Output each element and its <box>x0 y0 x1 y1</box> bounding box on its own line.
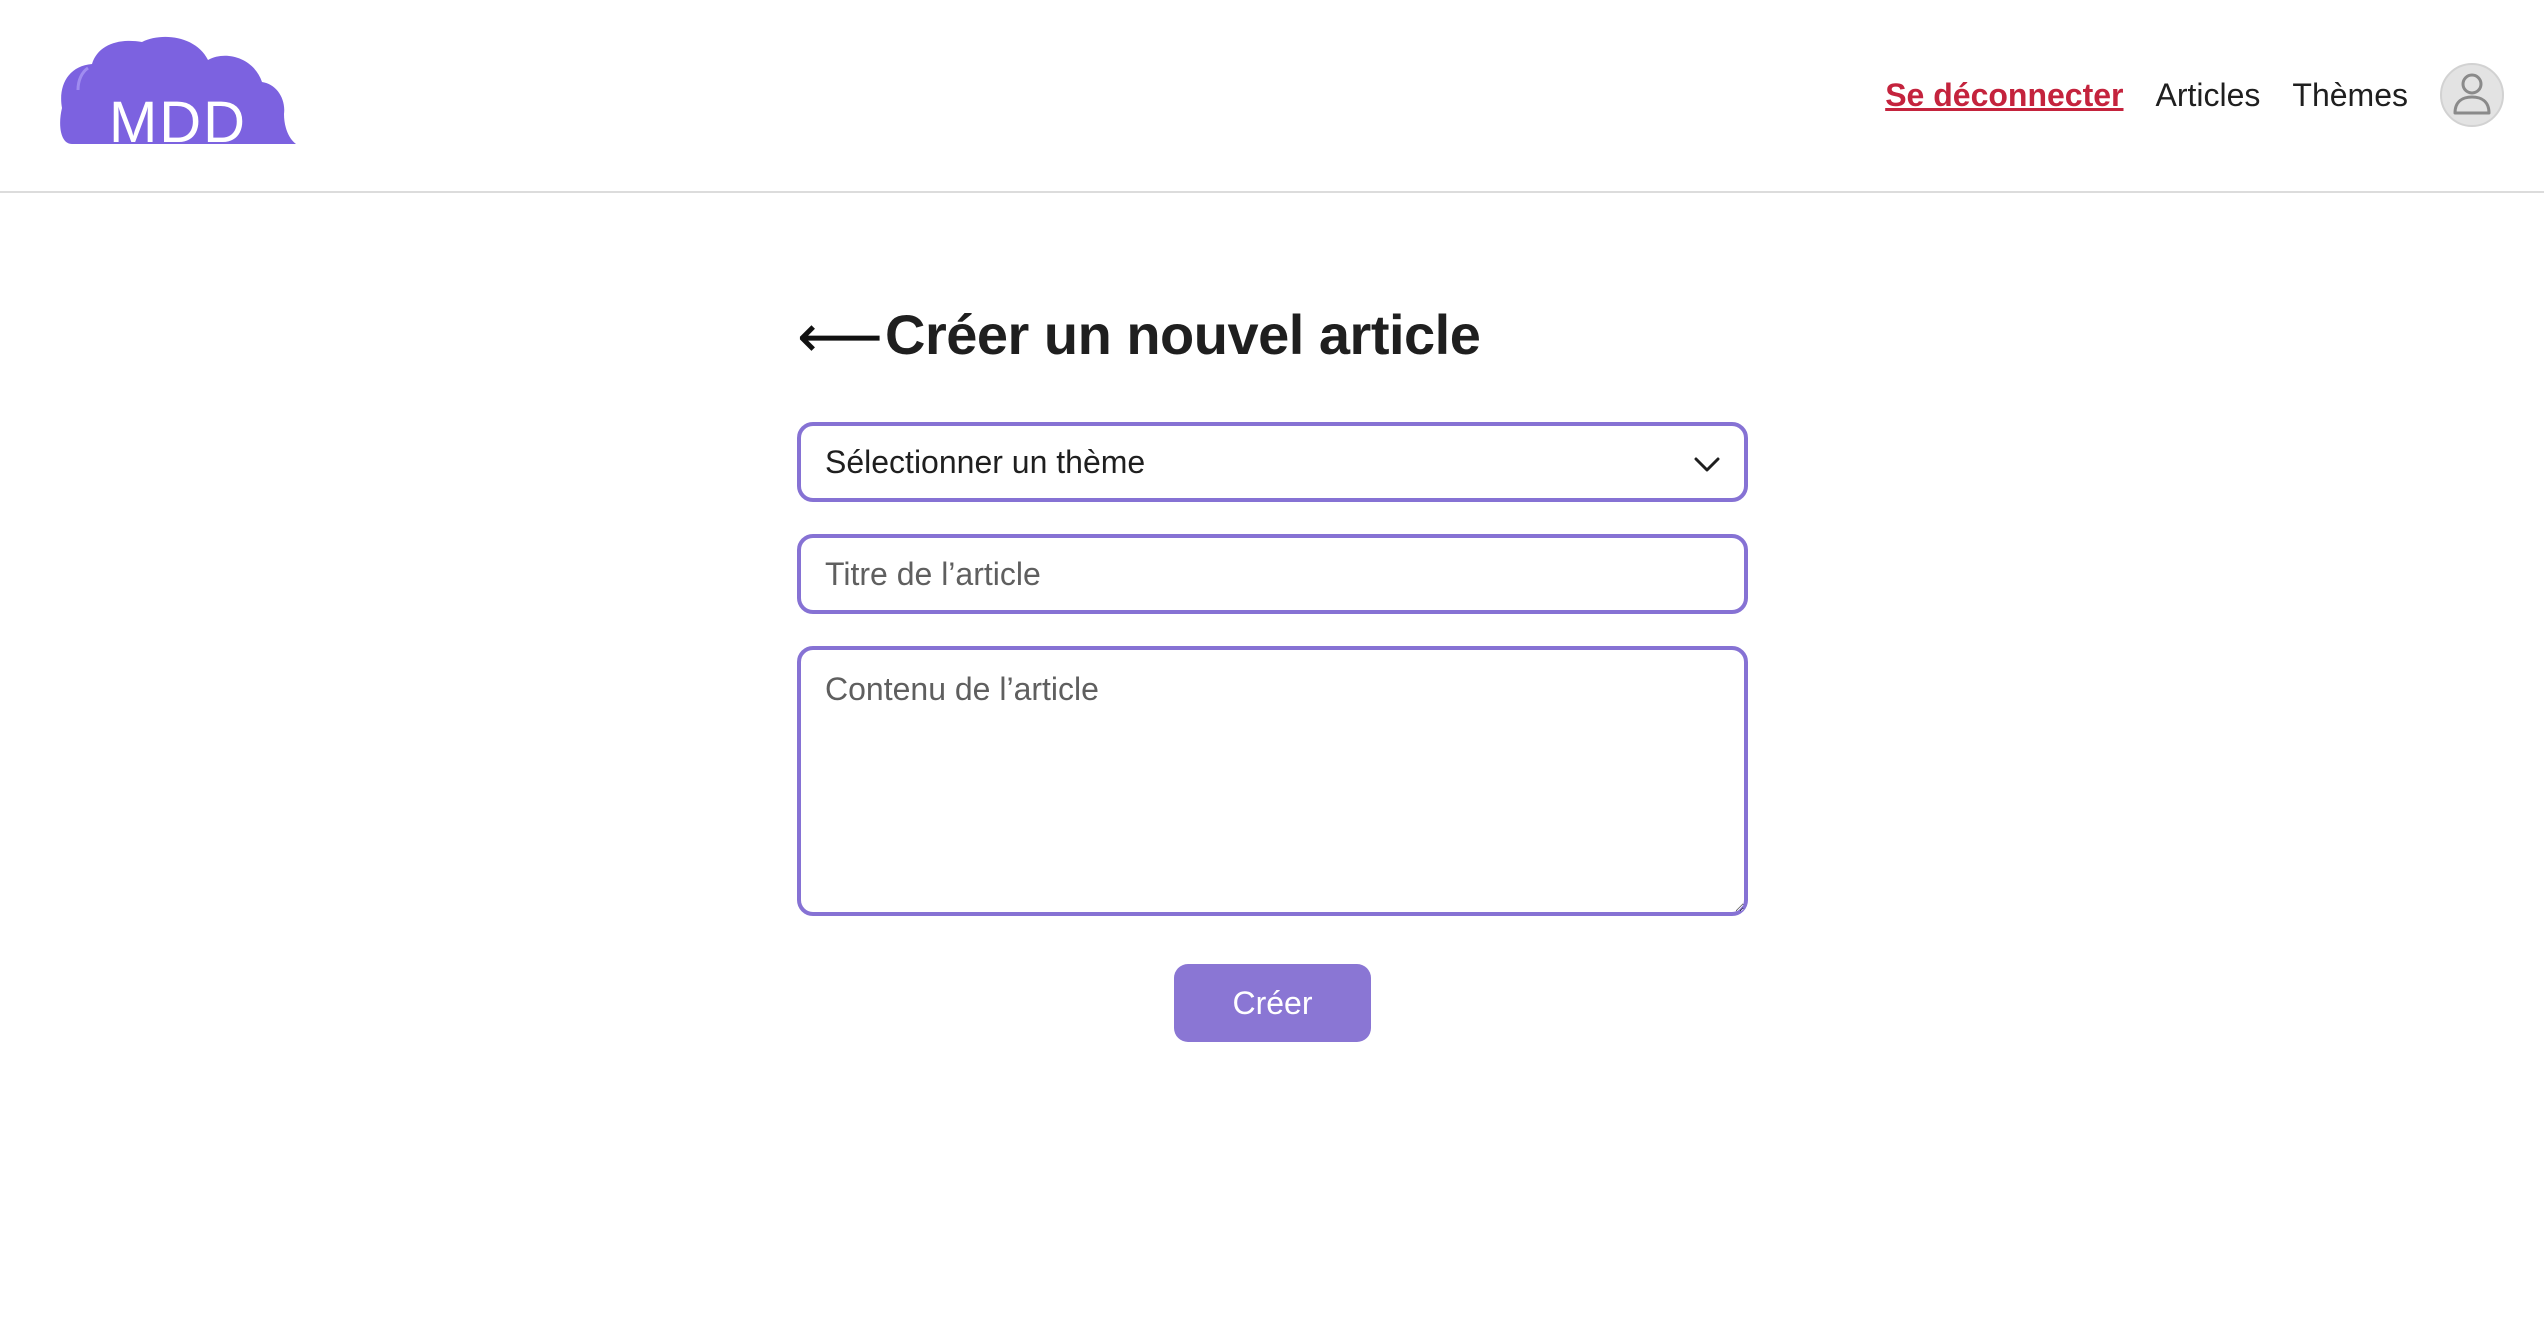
profile-avatar-button[interactable] <box>2440 63 2504 127</box>
article-content-textarea[interactable] <box>797 646 1748 916</box>
main-nav: Se déconnecter Articles Thèmes <box>1885 60 2504 130</box>
logo-text: MDD <box>109 90 247 146</box>
title-row: ⟵ Créer un nouvel article <box>797 290 1748 378</box>
user-icon <box>2452 71 2492 120</box>
nav-link-articles[interactable]: Articles <box>2156 77 2261 114</box>
create-button[interactable]: Créer <box>1174 964 1371 1042</box>
create-article-form: ⟵ Créer un nouvel article Sélectionner u… <box>797 290 1748 1042</box>
theme-select[interactable]: Sélectionner un thème <box>797 422 1748 502</box>
back-arrow-icon[interactable]: ⟵ <box>797 307 885 367</box>
page-title: Créer un nouvel article <box>885 302 1481 366</box>
top-header: MDD Se déconnecter Articles Thèmes <box>0 0 2544 193</box>
nav-link-themes[interactable]: Thèmes <box>2292 77 2408 114</box>
mdd-logo[interactable]: MDD <box>58 34 298 155</box>
chevron-down-icon <box>1694 444 1720 481</box>
logout-link[interactable]: Se déconnecter <box>1885 77 2123 114</box>
article-title-input[interactable] <box>797 534 1748 614</box>
submit-row: Créer <box>797 964 1748 1042</box>
theme-select-value: Sélectionner un thème <box>825 443 1146 480</box>
